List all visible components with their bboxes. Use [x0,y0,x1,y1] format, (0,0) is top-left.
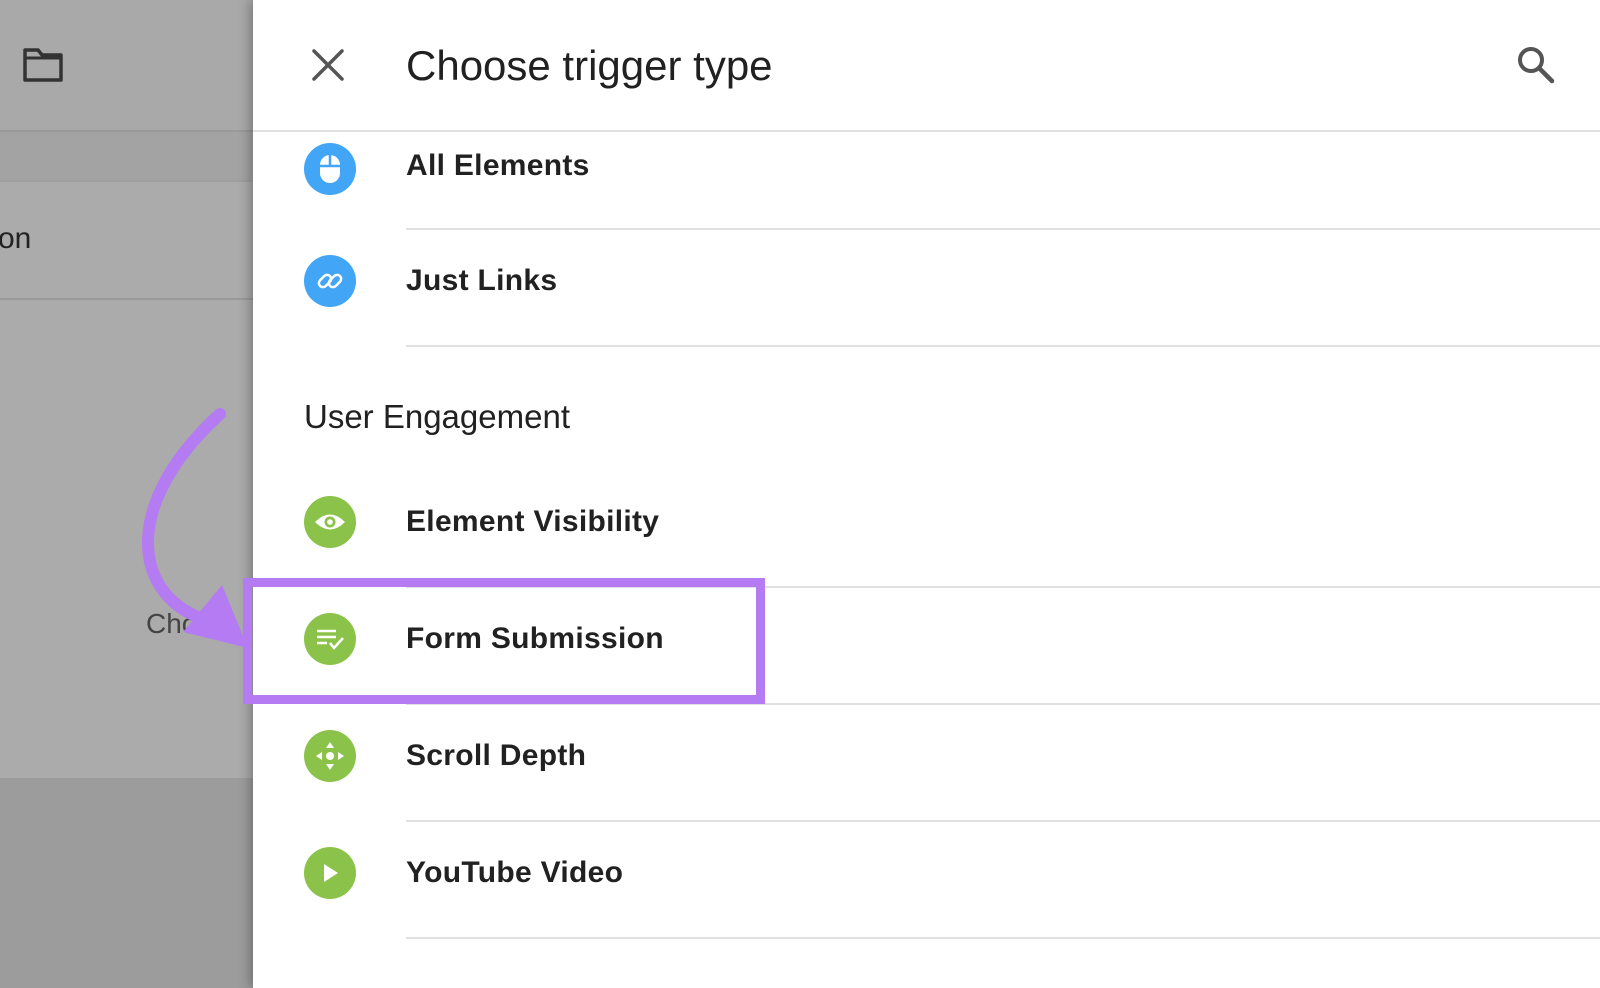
highlight-box [243,578,765,704]
close-icon [312,49,344,81]
trigger-type-panel: Choose trigger type All Elements Just Li… [253,0,1600,988]
link-icon [304,255,356,307]
mouse-icon [304,143,356,195]
background-choose-text: Cho [146,608,198,639]
section-header-user-engagement: User Engagement [304,398,570,435]
panel-title: Choose trigger type [406,42,773,89]
background-divider [0,298,253,300]
search-button[interactable] [1511,40,1561,90]
folder-icon [23,48,63,82]
divider [406,937,1600,939]
background-strip [0,132,253,182]
trigger-item-label: Element Visibility [406,505,660,538]
trigger-item-youtube-video[interactable]: YouTube Video [253,822,1600,939]
background-app: on Cho [0,0,253,988]
trigger-item-element-visibility[interactable]: Element Visibility [253,471,1600,588]
background-bottom [0,778,253,988]
scroll-icon [304,730,356,782]
search-icon [1518,47,1555,84]
trigger-item-just-links[interactable]: Just Links [253,230,1600,347]
background-card-text: on [0,222,32,255]
trigger-item-scroll-depth[interactable]: Scroll Depth [253,705,1600,822]
background-topbar [0,0,253,132]
trigger-item-label: Just Links [406,264,558,297]
trigger-item-label: All Elements [406,149,590,182]
trigger-item-all-elements[interactable]: All Elements [253,113,1600,230]
background-card: on Cho [0,182,253,778]
trigger-item-label: YouTube Video [406,856,624,889]
trigger-item-label: Scroll Depth [406,739,587,772]
close-button[interactable] [303,40,353,90]
eye-icon [304,496,356,548]
play-icon [304,847,356,899]
divider [406,345,1600,347]
